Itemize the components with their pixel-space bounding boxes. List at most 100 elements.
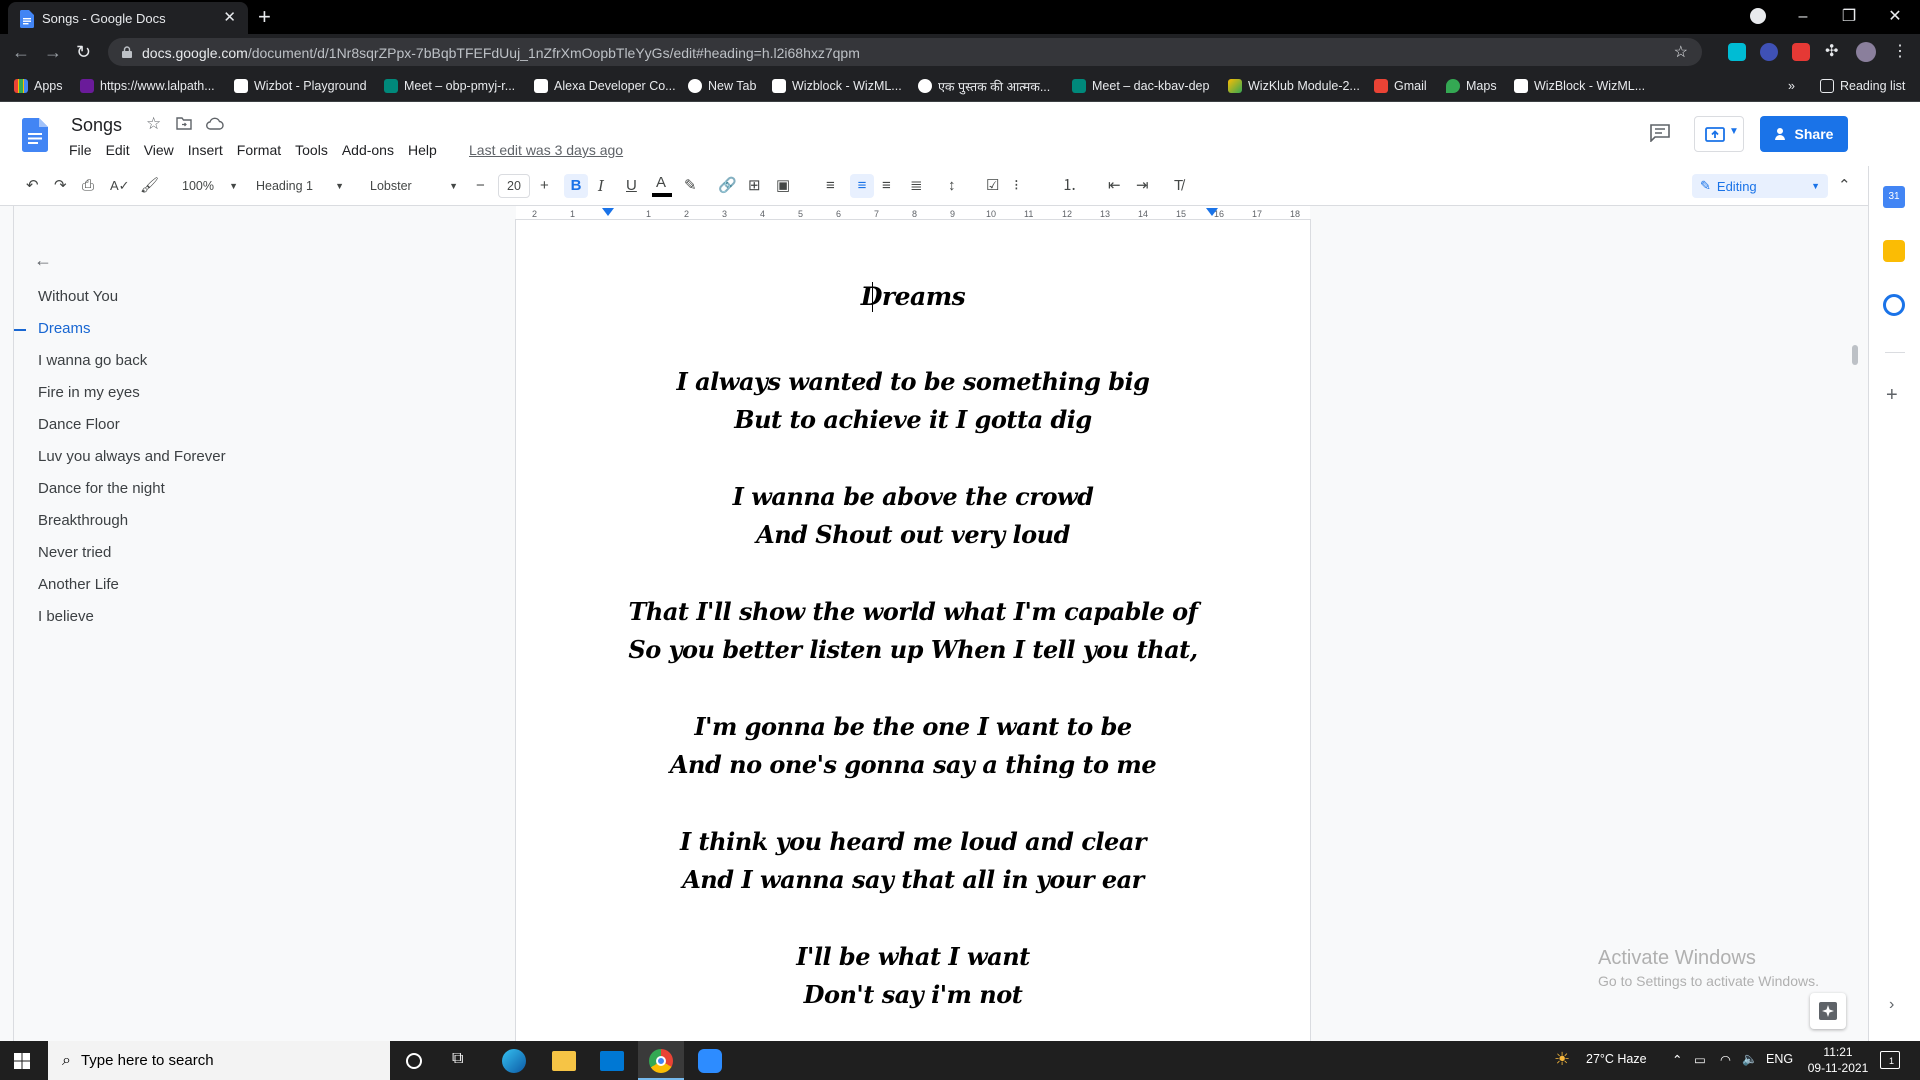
add-comment-icon[interactable]: ⊞ xyxy=(748,176,761,196)
underline-icon[interactable]: U xyxy=(626,176,637,196)
line-spacing-icon[interactable]: ↕ xyxy=(948,176,956,196)
bookmark-wizblock-2[interactable]: WizBlock - WizML... xyxy=(1514,77,1645,95)
show-hidden-icons-chevron-up-icon[interactable]: ⌃ xyxy=(1672,1052,1682,1067)
insert-link-icon[interactable]: 🔗 xyxy=(718,176,737,196)
lyric-line[interactable]: I think you heard me loud and clear xyxy=(516,827,1310,856)
menu-file[interactable]: File xyxy=(62,142,99,158)
wifi-icon[interactable]: ◠ xyxy=(1720,1052,1731,1067)
bookmark-wizklub-module[interactable]: WizKlub Module-2... xyxy=(1228,77,1360,95)
lyric-line[interactable]: I wanna be above the crowd xyxy=(516,482,1310,511)
close-outline-arrow-left-icon[interactable]: ← xyxy=(34,250,52,271)
lyric-line[interactable]: But to achieve it I gotta dig xyxy=(516,405,1310,434)
menu-tools[interactable]: Tools xyxy=(288,142,335,158)
bookmark-wizblock-1[interactable]: Wizblock - WizML... xyxy=(772,77,902,95)
reload-icon[interactable]: ↻ xyxy=(76,42,91,62)
lyric-line[interactable]: And no one's gonna say a thing to me xyxy=(516,750,1310,779)
vertical-scrollbar-thumb[interactable] xyxy=(1852,345,1858,365)
tasks-icon[interactable] xyxy=(1883,294,1905,316)
align-right-icon[interactable]: ≡ xyxy=(882,176,891,196)
outline-item[interactable]: Dance for the night xyxy=(38,480,165,497)
profile-avatar-icon[interactable] xyxy=(1856,42,1876,62)
numbered-list-icon[interactable]: ⒈ xyxy=(1062,176,1077,196)
justify-icon[interactable]: ≣ xyxy=(910,176,923,196)
comment-history-icon[interactable] xyxy=(1650,124,1670,142)
chrome-taskbar-button[interactable] xyxy=(638,1041,684,1080)
lyric-line[interactable]: And Shout out very loud xyxy=(516,520,1310,549)
decrease-font-size-icon[interactable]: − xyxy=(476,176,485,196)
menu-insert[interactable]: Insert xyxy=(181,142,230,158)
battery-icon[interactable]: ▭ xyxy=(1694,1052,1706,1067)
text-color-button[interactable]: A xyxy=(652,174,672,198)
keep-icon[interactable] xyxy=(1883,240,1905,262)
outline-item[interactable]: Never tried xyxy=(38,544,111,561)
insert-image-icon[interactable]: ▣ xyxy=(776,176,790,196)
menu-view[interactable]: View xyxy=(137,142,181,158)
print-icon[interactable]: ⎙ xyxy=(82,176,94,196)
file-explorer-icon[interactable] xyxy=(552,1051,576,1071)
bookmark-apps[interactable]: Apps xyxy=(14,77,63,95)
hide-menus-chevron-up-icon[interactable]: ⌃ xyxy=(1838,176,1851,196)
editing-mode-select[interactable]: ✎ Editing ▼ xyxy=(1692,174,1828,198)
bookmark-new-tab[interactable]: New Tab xyxy=(688,77,756,95)
outline-item[interactable]: Breakthrough xyxy=(38,512,128,529)
bookmark-star-icon[interactable]: ☆ xyxy=(1674,42,1688,62)
menu-add-ons[interactable]: Add-ons xyxy=(335,142,401,158)
google-docs-logo-icon[interactable] xyxy=(22,118,48,152)
extension-red-icon[interactable] xyxy=(1792,43,1810,61)
lyric-line[interactable]: So you better listen up When I tell you … xyxy=(516,635,1310,664)
redo-icon[interactable]: ↷ xyxy=(54,176,67,196)
outline-item[interactable]: I wanna go back xyxy=(38,352,147,369)
bookmark-meet-1[interactable]: Meet – obp-pmyj-r... xyxy=(384,77,515,95)
outline-item-active[interactable]: Dreams xyxy=(38,320,91,337)
chrome-menu-icon[interactable]: ⋮ xyxy=(1892,41,1908,61)
windows-start-icon[interactable] xyxy=(14,1053,30,1069)
outline-item[interactable]: Without You xyxy=(38,288,118,305)
expand-panel-chevron-right-icon[interactable]: › xyxy=(1889,996,1894,1014)
vertical-ruler[interactable] xyxy=(0,206,14,1041)
menu-help[interactable]: Help xyxy=(401,142,444,158)
extension-blue-icon[interactable] xyxy=(1760,43,1778,61)
lyric-line[interactable]: I'll be what I want xyxy=(516,942,1310,971)
lyric-line[interactable]: I'm gonna be the one I want to be xyxy=(516,712,1310,741)
restore-icon[interactable]: ❐ xyxy=(1826,4,1872,30)
left-indent-marker-icon[interactable] xyxy=(602,208,614,218)
lyric-line[interactable]: I always wanted to be something big xyxy=(516,367,1310,396)
share-button[interactable]: Share xyxy=(1760,116,1848,152)
align-left-icon[interactable]: ≡ xyxy=(826,176,835,196)
back-icon[interactable]: ← xyxy=(12,42,30,62)
increase-indent-icon[interactable]: ⇥ xyxy=(1136,176,1149,196)
forward-icon[interactable]: → xyxy=(44,42,62,62)
menu-edit[interactable]: Edit xyxy=(99,142,137,158)
browser-tab-songs[interactable]: Songs - Google Docs ✕ xyxy=(8,2,248,34)
move-folder-icon[interactable] xyxy=(176,117,192,130)
decrease-indent-icon[interactable]: ⇤ xyxy=(1108,176,1121,196)
volume-icon[interactable]: 🔈 xyxy=(1742,1052,1758,1067)
checklist-icon[interactable]: ☑ xyxy=(986,176,999,196)
outline-item[interactable]: Another Life xyxy=(38,576,119,593)
action-center-icon[interactable]: 1 xyxy=(1880,1051,1900,1069)
minimize-icon[interactable]: – xyxy=(1780,4,1826,30)
bookmark-alexa[interactable]: Alexa Developer Co... xyxy=(534,77,676,95)
present-button[interactable]: ▼ xyxy=(1694,116,1744,152)
cortana-icon[interactable] xyxy=(406,1053,422,1069)
highlight-icon[interactable]: ✎ xyxy=(684,176,697,196)
outline-item[interactable]: Fire in my eyes xyxy=(38,384,140,401)
lyric-line[interactable]: That I'll show the world what I'm capabl… xyxy=(516,597,1310,626)
outline-item[interactable]: Luv you always and Forever xyxy=(38,448,226,465)
bookmark-lalpath[interactable]: https://www.lalpath... xyxy=(80,77,215,95)
taskbar-search-box[interactable]: ⌕ Type here to search xyxy=(48,1041,390,1080)
lyric-line[interactable]: And I wanna say that all in your ear xyxy=(516,865,1310,894)
clock[interactable]: 11:21 09-11-2021 xyxy=(1806,1044,1870,1076)
bookmark-gmail[interactable]: Gmail xyxy=(1374,77,1427,95)
close-window-icon[interactable]: ✕ xyxy=(1872,4,1918,30)
outline-item[interactable]: I believe xyxy=(38,608,94,625)
input-language[interactable]: ENG xyxy=(1766,1052,1793,1066)
tab-search-icon[interactable] xyxy=(1750,8,1766,24)
font-size-input[interactable]: 20 xyxy=(498,174,530,198)
explore-button[interactable] xyxy=(1810,993,1846,1029)
spellcheck-icon[interactable]: A✓ xyxy=(110,176,130,196)
italic-icon[interactable]: I xyxy=(598,176,604,196)
mail-icon[interactable] xyxy=(600,1051,624,1071)
bookmark-maps[interactable]: Maps xyxy=(1446,77,1497,95)
weather-text[interactable]: 27°C Haze xyxy=(1586,1052,1647,1066)
